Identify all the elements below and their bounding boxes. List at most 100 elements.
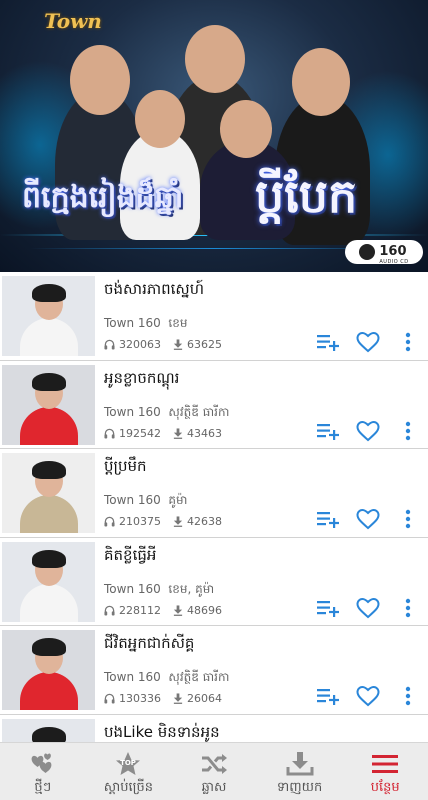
- headphones-icon: [104, 339, 115, 350]
- heart-outline-icon: [356, 331, 380, 353]
- track-meta: Town 160 គូម៉ា: [104, 492, 187, 510]
- track-actions: [308, 594, 428, 622]
- nav-most-played-label: ស្តាប់ច្រើន: [103, 780, 154, 795]
- download-count: 43463: [187, 426, 222, 440]
- download-count-icon: [173, 427, 183, 439]
- track-stats: 130336 26064: [104, 692, 234, 705]
- add-to-playlist-button[interactable]: [308, 505, 348, 533]
- singer-head-2: [185, 25, 245, 93]
- heart-outline-icon: [356, 597, 380, 618]
- track-row[interactable]: គិតខ្លីធ្វើអី Town 160 ខេម, គូម៉ា 228112 48…: [0, 537, 428, 626]
- badge-sub: AUDIO CD: [379, 258, 409, 265]
- headphones-icon: [104, 516, 115, 527]
- playlist-add-icon: [317, 600, 339, 617]
- track-album: Town 160: [104, 493, 161, 507]
- shuffle-icon: [200, 751, 228, 777]
- more-options-button[interactable]: [388, 417, 428, 445]
- more-vertical-icon: [405, 686, 411, 706]
- download-count-icon: [173, 604, 183, 616]
- headphone-logo-icon: [359, 244, 376, 260]
- more-options-button[interactable]: [388, 594, 428, 622]
- headphones-icon: [104, 605, 115, 616]
- track-album: Town 160: [104, 581, 161, 596]
- track-meta: Town 160 ខេម, គូម៉ា: [104, 581, 214, 599]
- nav-more[interactable]: បន្ថែម: [342, 743, 428, 800]
- track-row[interactable]: អូនខ្លាចកណ្ដុរ Town 160 សុវត្ថិឌី ធារីកា 1…: [0, 360, 428, 449]
- favorite-button[interactable]: [348, 505, 388, 533]
- download-icon: [286, 751, 314, 777]
- download-count-icon: [173, 339, 183, 350]
- more-options-button[interactable]: [388, 328, 428, 356]
- heart-outline-icon: [356, 685, 380, 707]
- track-artist: ខេម, គូម៉ា: [168, 581, 215, 596]
- track-album: Town 160: [104, 404, 161, 419]
- track-thumbnail: [2, 276, 95, 356]
- heart-outline-icon: [356, 508, 380, 530]
- download-count-icon: [173, 693, 183, 704]
- more-options-button[interactable]: [388, 505, 428, 533]
- album-banner: Town ពីក្មេងរៀងដ៏ឆ្នាំ ប្តីបែក 160 AUDIO…: [0, 0, 428, 272]
- track-row[interactable]: បងLike មិនទាន់អូន: [0, 714, 428, 742]
- nav-download[interactable]: ទាញយក: [257, 743, 343, 800]
- hearts-icon: [28, 751, 58, 777]
- download-count: 42638: [187, 515, 222, 528]
- track-actions: [308, 505, 428, 533]
- top-badge-text: TOP: [120, 759, 136, 767]
- add-to-playlist-button[interactable]: [308, 417, 348, 445]
- track-title: ប្តីប្រមឹក: [104, 457, 147, 475]
- brand-logo: Town: [44, 9, 102, 33]
- audio-cd-badge: 160 AUDIO CD: [345, 240, 423, 265]
- more-vertical-icon: [405, 509, 411, 529]
- play-count: 192542: [119, 426, 161, 440]
- add-to-playlist-button[interactable]: [308, 682, 348, 710]
- track-album: Town 160: [104, 316, 161, 330]
- playlist-add-icon: [317, 335, 339, 351]
- track-artist: គូម៉ា: [168, 493, 188, 507]
- track-row[interactable]: ជីវិតអ្នកជាក់សីគ្គ Town 160 សុវត្ថិឌី ធារ…: [0, 626, 428, 715]
- play-count: 320063: [119, 338, 161, 351]
- track-list[interactable]: ចង់សារភាពស្នេហ៍ Town 160 ខេម 320063 63625 អូ…: [0, 272, 428, 742]
- nav-most-played[interactable]: TOP ស្តាប់ច្រើន: [86, 743, 172, 800]
- track-artist: សុវត្ថិឌី ធារីកា: [168, 670, 230, 684]
- download-count: 63625: [187, 338, 222, 351]
- favorite-button[interactable]: [348, 682, 388, 710]
- track-stats: 320063 63625: [104, 338, 234, 351]
- nav-new[interactable]: ថ្មីៗ: [0, 743, 86, 800]
- more-vertical-icon: [405, 421, 411, 440]
- more-options-button[interactable]: [388, 682, 428, 710]
- track-title: គិតខ្លីធ្វើអី: [104, 545, 157, 564]
- track-artist: ខេម: [168, 316, 188, 330]
- playlist-add-icon: [317, 689, 339, 705]
- track-meta: Town 160 សុវត្ថិឌី ធារីកា: [104, 669, 229, 687]
- track-stats: 192542 43463: [104, 427, 234, 440]
- track-album: Town 160: [104, 670, 161, 684]
- banner-title-right: ប្តីបែក: [255, 169, 358, 223]
- add-to-playlist-button[interactable]: [308, 328, 348, 356]
- track-thumbnail: [2, 453, 95, 533]
- singer-head-1: [70, 45, 130, 115]
- track-title: បងLike មិនទាន់អូន: [104, 722, 220, 741]
- favorite-button[interactable]: [348, 417, 388, 445]
- track-stats: 228112 48696: [104, 604, 234, 617]
- favorite-button[interactable]: [348, 328, 388, 356]
- track-actions: [308, 328, 428, 356]
- track-row[interactable]: ប្តីប្រមឹក Town 160 គូម៉ា 210375 42638: [0, 449, 428, 538]
- play-count: 228112: [119, 603, 161, 617]
- heart-outline-icon: [356, 420, 380, 441]
- track-thumbnail: [2, 630, 95, 710]
- download-count-icon: [173, 516, 183, 527]
- favorite-button[interactable]: [348, 594, 388, 622]
- track-meta: Town 160 ខេម: [104, 315, 187, 333]
- playlist-add-icon: [317, 512, 339, 528]
- track-title: អូនខ្លាចកណ្ដុរ: [104, 368, 180, 387]
- track-row[interactable]: ចង់សារភាពស្នេហ៍ Town 160 ខេម 320063 63625: [0, 272, 428, 361]
- singer-head-3: [292, 48, 350, 116]
- nav-shuffle[interactable]: ឆ្លាស: [171, 743, 257, 800]
- top-star-icon: TOP: [113, 751, 143, 777]
- add-to-playlist-button[interactable]: [308, 594, 348, 622]
- nav-more-label: បន្ថែម: [370, 780, 400, 795]
- nav-new-label: ថ្មីៗ: [34, 780, 52, 795]
- playlist-add-icon: [317, 423, 339, 440]
- headphones-icon: [104, 693, 115, 704]
- bottom-nav: ថ្មីៗ TOP ស្តាប់ច្រើន ឆ្លាស ទាញយក បន្ថែម: [0, 742, 428, 800]
